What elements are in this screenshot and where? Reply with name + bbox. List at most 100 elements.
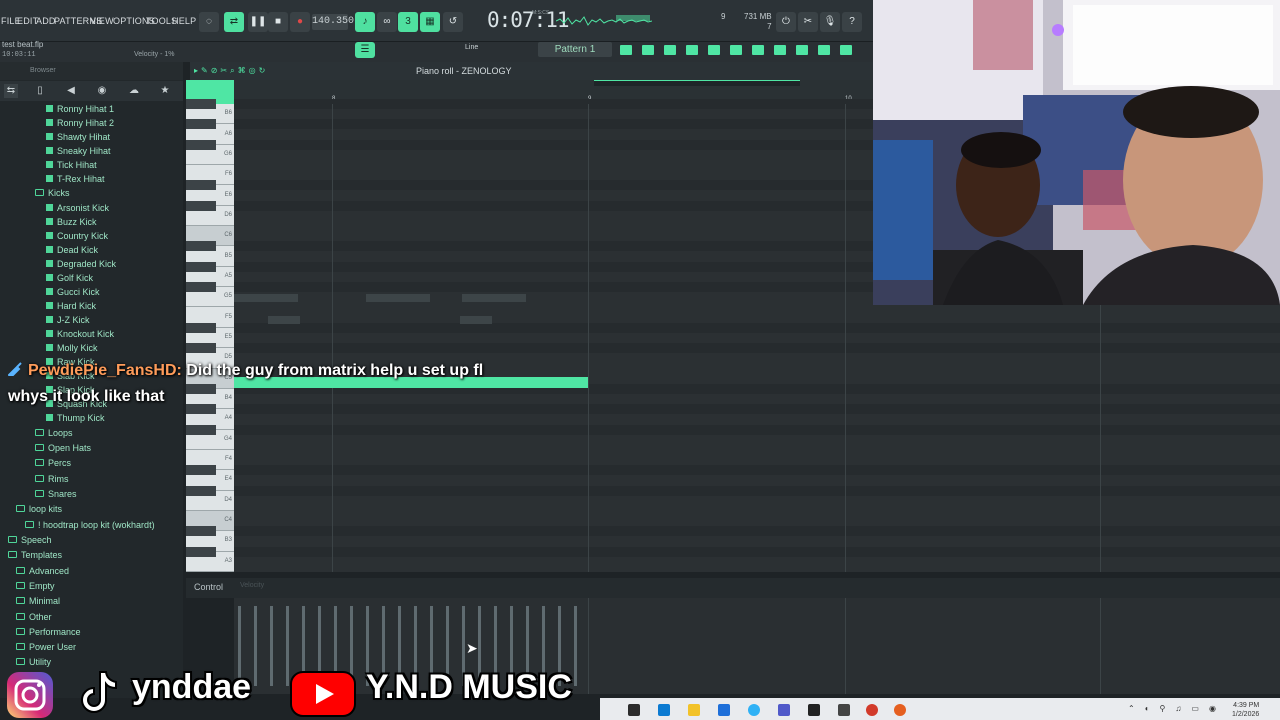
file-explorer-icon[interactable] xyxy=(688,704,700,716)
piano-black-key[interactable] xyxy=(186,99,216,109)
copilot-icon[interactable] xyxy=(748,704,760,716)
stop-button[interactable]: ■ xyxy=(268,12,288,32)
browser-folder[interactable]: Empty xyxy=(16,581,55,591)
menu-item-view[interactable]: VIEW xyxy=(90,16,114,26)
tempo-display[interactable]: 140.350 xyxy=(312,14,354,30)
piano-black-key[interactable] xyxy=(186,200,216,211)
store-icon[interactable] xyxy=(718,704,730,716)
browser-library-icon[interactable]: ◉ xyxy=(95,84,109,98)
fl-studio-icon[interactable] xyxy=(808,704,820,716)
browser-file[interactable]: Sneaky Hihat xyxy=(46,146,111,156)
metronome-icon[interactable]: ♪ xyxy=(355,12,375,32)
browser-folder[interactable]: Open Hats xyxy=(35,443,91,453)
browser-file[interactable]: Golf Kick xyxy=(46,273,93,283)
grid-row-dark xyxy=(234,343,1280,354)
pattern-selector[interactable]: Pattern 1 xyxy=(538,42,612,57)
browser-file[interactable]: Dead Kick xyxy=(46,245,98,255)
browser-file[interactable]: Arsonist Kick xyxy=(46,203,109,213)
browser-file[interactable]: Ronny Hihat 2 xyxy=(46,118,114,128)
browser-plugin-icon[interactable]: ◀ xyxy=(64,84,78,98)
step-edit-icon[interactable]: ▦ xyxy=(420,12,440,32)
tool-mode-label[interactable]: Line xyxy=(465,44,478,51)
piano-black-key[interactable] xyxy=(186,241,216,252)
browser-file[interactable]: Buzz Kick xyxy=(46,217,97,227)
browser-file[interactable]: Tick Hihat xyxy=(46,160,97,170)
browser-folder[interactable]: Speech xyxy=(8,535,52,545)
browser-folder[interactable]: Advanced xyxy=(16,566,69,576)
browser-file[interactable]: Molly Kick xyxy=(46,343,98,353)
control-label[interactable]: Control xyxy=(194,582,223,592)
velocity-bar[interactable] xyxy=(270,606,273,686)
piano-roll-tool-icons[interactable]: ▸✎⊘✂⌕⌘◎↻ xyxy=(194,66,268,76)
browser-folder[interactable]: Utility xyxy=(16,657,51,667)
browser-file[interactable]: Degraded Kick xyxy=(46,259,116,269)
browser-folder[interactable]: Templates xyxy=(8,550,62,560)
browser-folder[interactable]: Rims xyxy=(35,474,69,484)
song-pattern-toggle[interactable]: ⇄ xyxy=(224,12,244,32)
browser-file[interactable]: J-Z Kick xyxy=(46,315,90,325)
piano-black-key[interactable] xyxy=(186,322,216,333)
power-icon[interactable]: ⏻ xyxy=(776,12,796,32)
browser-all-icon[interactable]: ⇆ xyxy=(4,84,18,98)
browser-file[interactable]: Thump Kick xyxy=(46,413,105,423)
piano-black-key[interactable] xyxy=(186,180,216,191)
browser-file[interactable]: Hard Kick xyxy=(46,301,96,311)
loop-record-icon[interactable]: ↺ xyxy=(443,12,463,32)
browser-folder[interactable]: Kicks xyxy=(35,188,70,198)
piano-black-key[interactable] xyxy=(186,404,216,415)
record-mode-icon[interactable]: ◌ xyxy=(199,12,219,32)
piano-keyboard[interactable]: B6 A6 G6 F6 E6 D6 C6 B5 A5 G5 F5 E5 D5 C5 B4 A4 G4 F4 E4 D4… xyxy=(186,99,234,572)
browser-file[interactable]: Shawty Hihat xyxy=(46,132,110,142)
browser-cloud-icon[interactable]: ☁ xyxy=(127,84,141,98)
piano-black-key[interactable] xyxy=(186,282,216,293)
browser-folder[interactable]: Other xyxy=(16,612,52,622)
piano-black-key[interactable] xyxy=(186,119,216,130)
browser-file[interactable]: Gucci Kick xyxy=(46,287,100,297)
help-icon[interactable]: ? xyxy=(842,12,862,32)
browser-file[interactable]: T-Rex Hihat xyxy=(46,174,105,184)
piano-black-key[interactable] xyxy=(186,526,216,537)
piano-black-key[interactable] xyxy=(186,465,216,476)
browser-star-icon[interactable]: ★ xyxy=(158,84,172,98)
browser-project-icon[interactable]: ▯ xyxy=(33,84,47,98)
browser-folder[interactable]: Performance xyxy=(16,627,81,637)
chrome-icon[interactable] xyxy=(866,704,878,716)
window-shortcut-icons[interactable] xyxy=(620,43,870,57)
microphone-icon[interactable]: 🎙 xyxy=(820,12,840,32)
piano-black-key[interactable] xyxy=(186,485,216,496)
piano-black-key[interactable] xyxy=(186,383,216,394)
velocity-bar[interactable] xyxy=(574,606,577,686)
browser-folder[interactable]: Loops xyxy=(35,428,73,438)
play-button[interactable]: ❚❚ xyxy=(248,12,268,32)
browser-file[interactable]: Country Kick xyxy=(46,231,108,241)
velocity-bar[interactable] xyxy=(254,606,257,686)
teams-icon[interactable] xyxy=(778,704,790,716)
browser-folder[interactable]: ! hoodtrap loop kit (wokhardt) xyxy=(25,520,155,530)
menu-item-help[interactable]: HELP xyxy=(172,16,196,26)
control-param-label[interactable]: Velocity xyxy=(240,582,264,589)
piano-black-key[interactable] xyxy=(186,424,216,435)
browser-folder[interactable]: loop kits xyxy=(16,504,62,514)
browser-folder[interactable]: Minimal xyxy=(16,596,60,606)
browser-folder[interactable]: Snares xyxy=(35,489,77,499)
toolbar-button-1[interactable]: ☰ xyxy=(355,42,375,58)
app-icon-1[interactable] xyxy=(628,704,640,716)
wait-input-icon[interactable]: ∞ xyxy=(377,12,397,32)
tools-icon[interactable]: ✂ xyxy=(798,12,818,32)
countdown-icon[interactable]: 3 xyxy=(398,12,418,32)
record-button[interactable]: ● xyxy=(290,12,310,32)
browser-file[interactable]: Ronny Hihat 1 xyxy=(46,104,114,114)
taskbar-clock[interactable]: 4:39 PM 1/2/2026 xyxy=(1232,701,1259,719)
browser-icon[interactable] xyxy=(894,704,906,716)
menu-item-add[interactable]: ADD xyxy=(36,16,56,26)
piano-black-key[interactable] xyxy=(186,343,216,354)
piano-black-key[interactable] xyxy=(186,139,216,150)
system-tray-icons[interactable]: ⌃◐⚲♫▭◉ xyxy=(1128,704,1226,713)
browser-folder[interactable]: Power User xyxy=(16,642,76,652)
browser-file[interactable]: Knockout Kick xyxy=(46,329,114,339)
edge-icon[interactable] xyxy=(658,704,670,716)
browser-folder[interactable]: Percs xyxy=(35,458,71,468)
piano-black-key[interactable] xyxy=(186,261,216,272)
obs-icon[interactable] xyxy=(838,704,850,716)
piano-black-key[interactable] xyxy=(186,546,216,557)
